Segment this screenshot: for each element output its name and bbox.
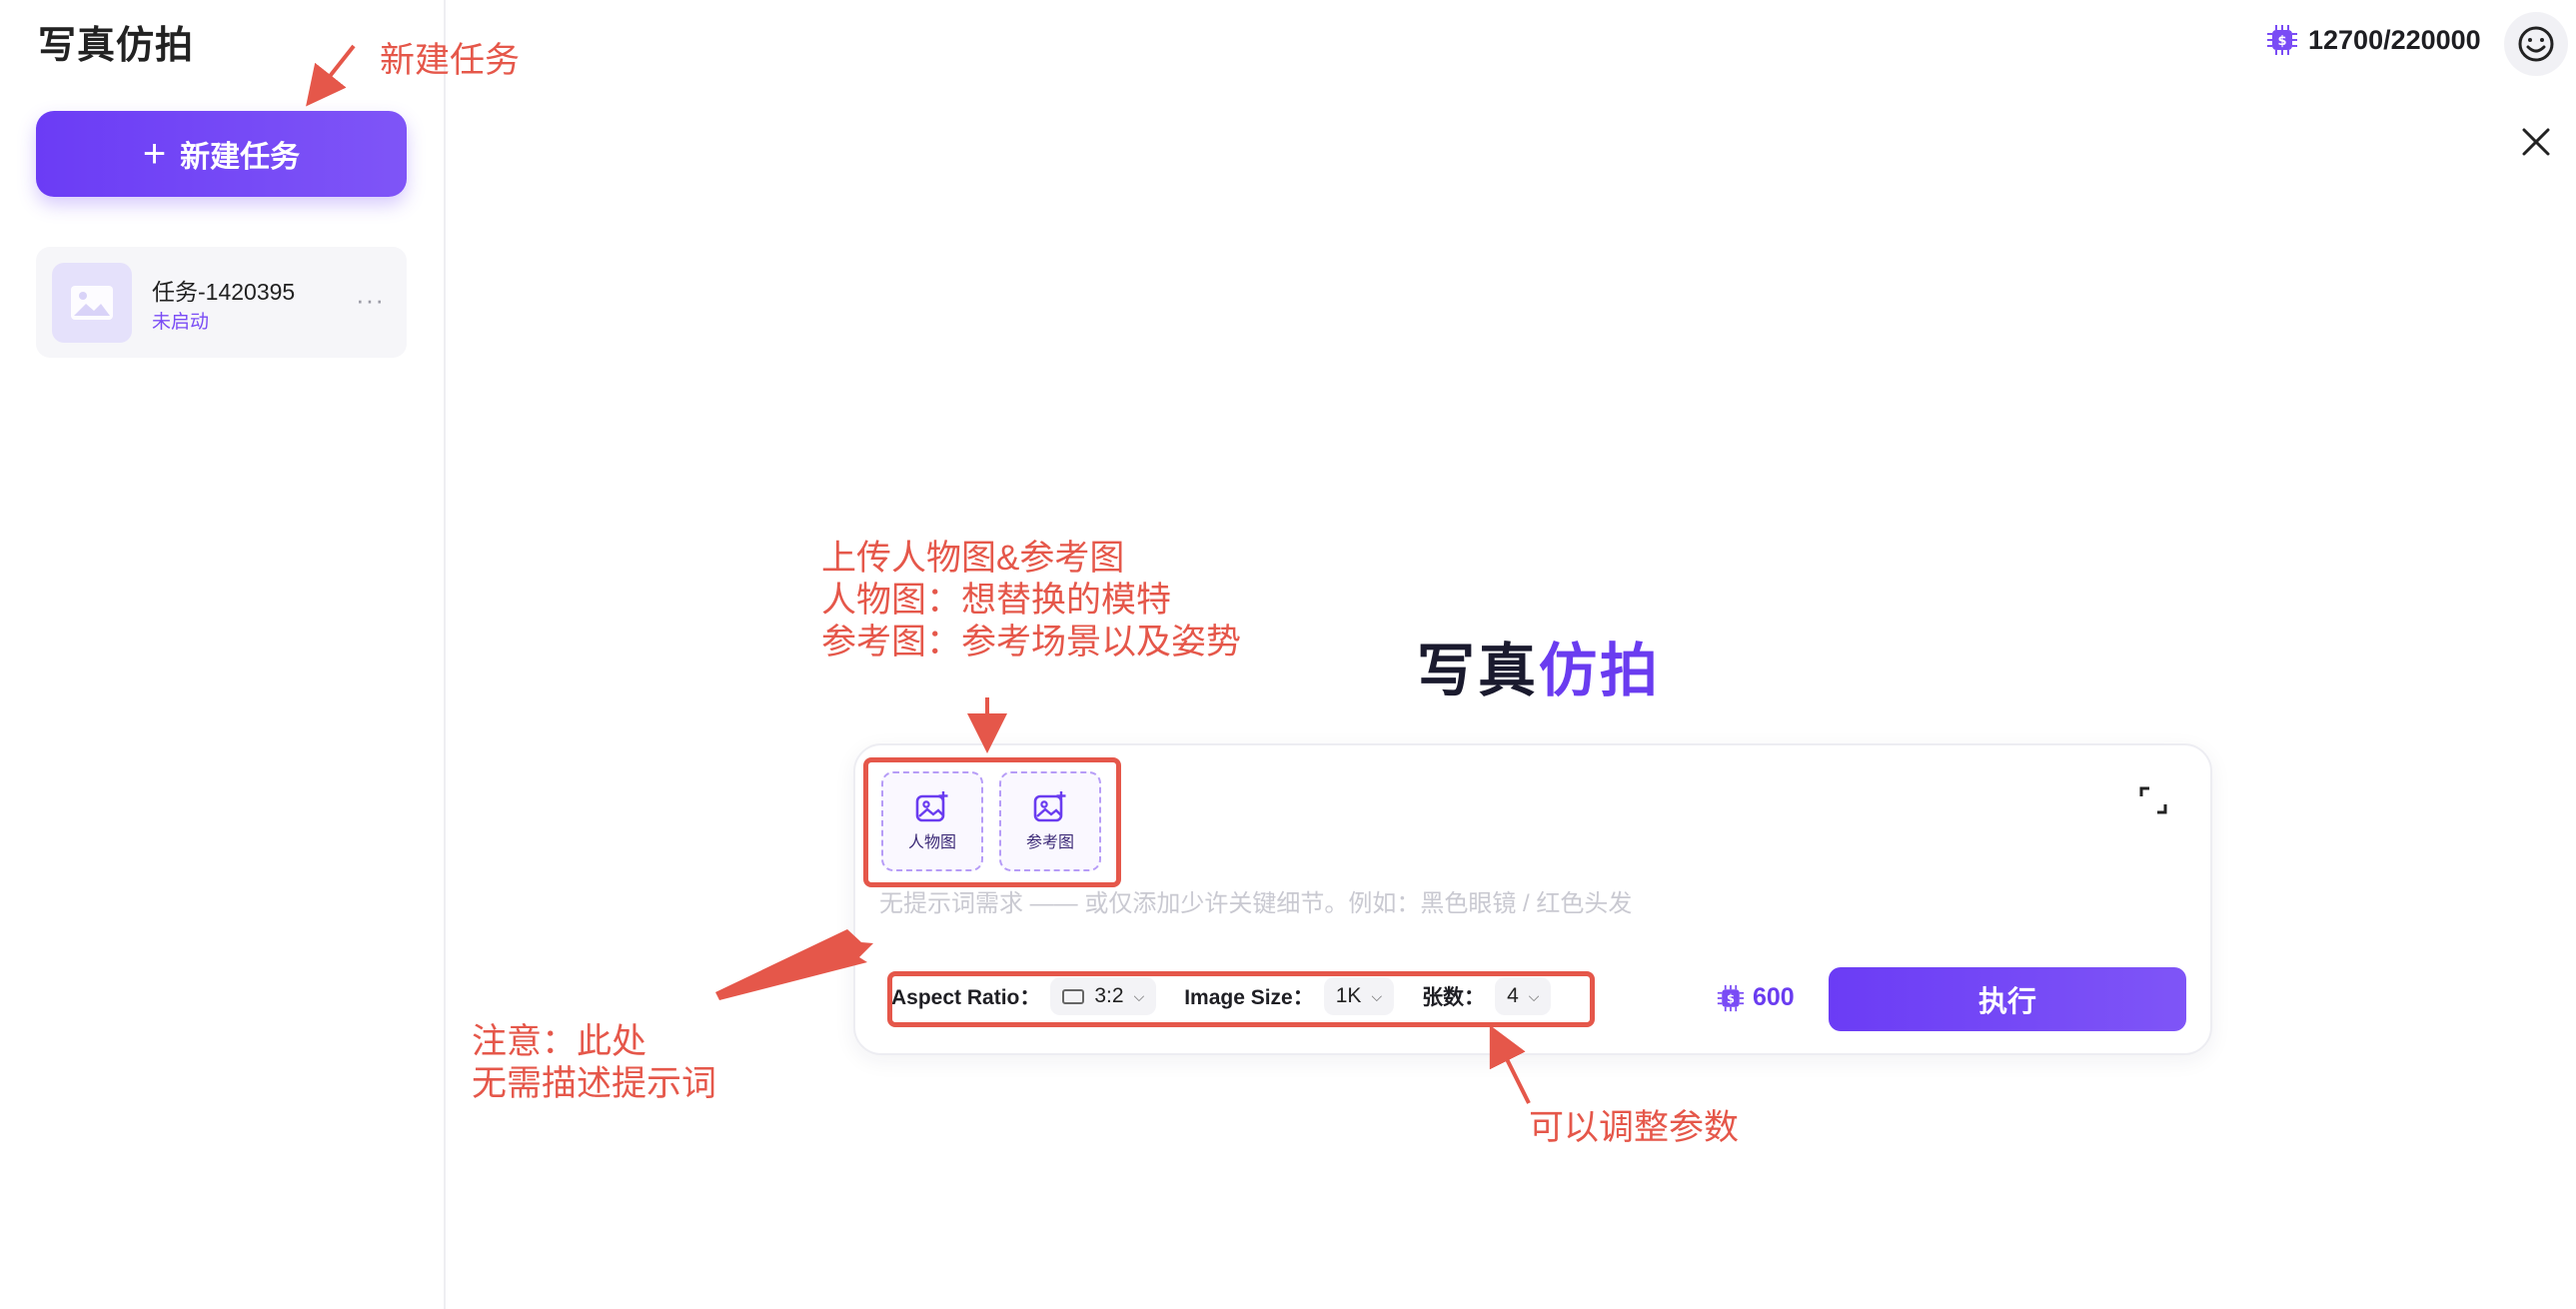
svg-text:$: $ — [2277, 34, 2286, 49]
user-avatar-button[interactable] — [2504, 12, 2568, 76]
task-name: 任务-1420395 — [152, 279, 296, 305]
credits-balance: $ 12700/220000 — [2266, 24, 2481, 56]
plus-icon: + — [142, 132, 167, 176]
annotation-params-box — [887, 971, 1595, 1027]
page-title-part1: 写真 — [1417, 639, 1540, 703]
app-title: 写真仿拍 — [38, 25, 195, 67]
image-placeholder-icon — [52, 263, 132, 343]
more-options-icon[interactable]: ··· — [356, 285, 385, 316]
page-title-part2: 仿拍 — [1539, 639, 1662, 703]
close-icon[interactable] — [2518, 124, 2554, 160]
annotation-new-task: 新建任务 — [380, 41, 521, 80]
prompt-input[interactable] — [879, 881, 2178, 927]
annotation-params: 可以调整参数 — [1529, 1108, 1740, 1147]
page-title: 写真仿拍 — [1417, 624, 1661, 707]
chip-coin-icon: $ — [2267, 25, 2297, 55]
run-button[interactable]: 执行 — [1829, 967, 2186, 1031]
sidebar: 写真仿拍 + 新建任务 任务-1420395 未启动 ··· — [0, 0, 446, 1309]
annotation-note: 注意：此处 无需描述提示词 — [472, 1022, 717, 1103]
new-task-button[interactable]: + 新建任务 — [36, 111, 407, 197]
cost-indicator: $ 600 — [1717, 983, 1795, 1012]
annotation-upload-box — [863, 757, 1121, 887]
smiley-icon — [2518, 26, 2554, 62]
new-task-label: 新建任务 — [180, 141, 301, 174]
annotation-upload: 上传人物图&参考图 人物图：想替换的模特 参考图：参考场景以及姿势 — [821, 539, 1242, 661]
credits-value: 12700/220000 — [2308, 24, 2481, 55]
chip-coin-icon: $ — [1717, 984, 1745, 1011]
cost-value: 600 — [1753, 983, 1795, 1011]
task-status: 未启动 — [152, 312, 210, 333]
expand-icon[interactable] — [2138, 785, 2168, 815]
task-list-item[interactable]: 任务-1420395 未启动 ··· — [36, 247, 407, 358]
svg-text:$: $ — [1727, 991, 1735, 1005]
